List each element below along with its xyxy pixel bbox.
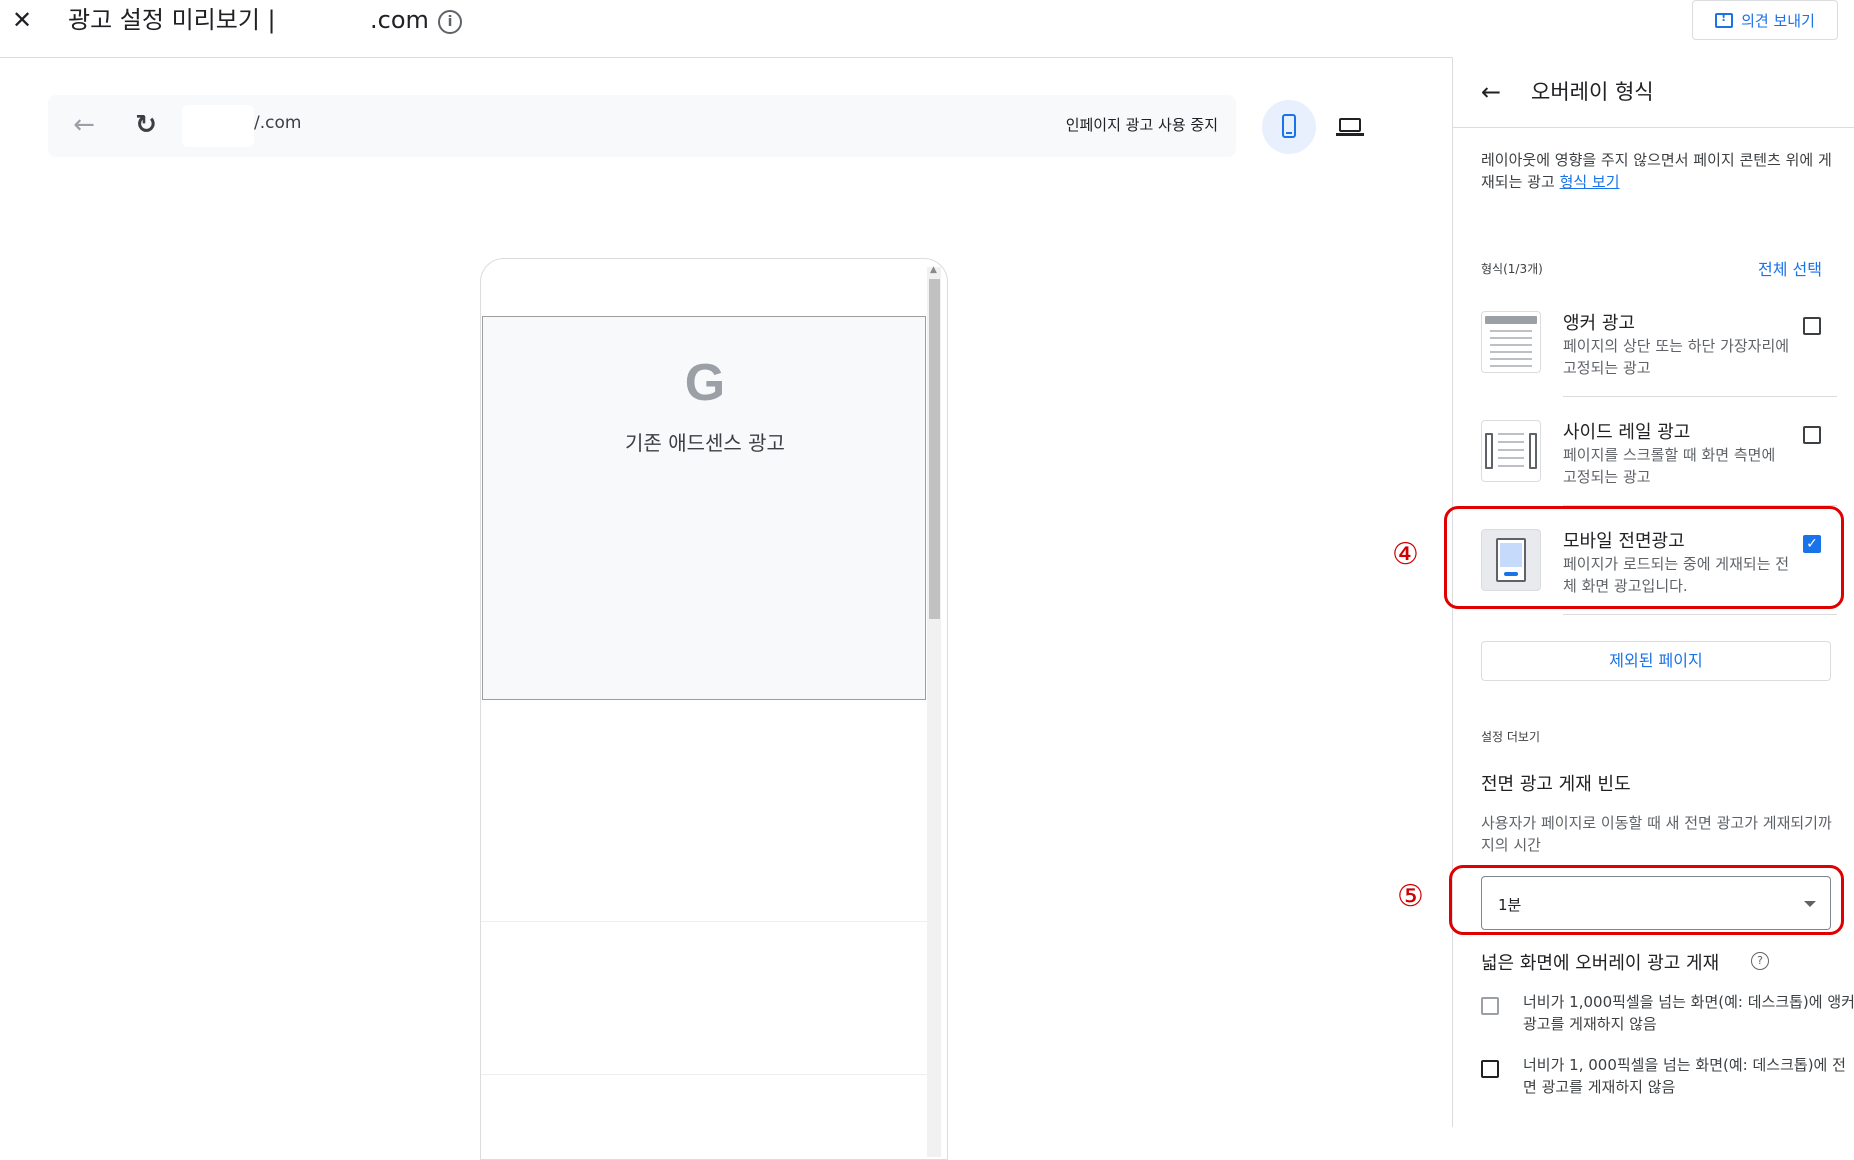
page-title-domain: .com xyxy=(370,6,429,34)
side-rail-ad-icon xyxy=(1481,420,1541,482)
existing-adsense-ad: G 기존 애드센스 광고 xyxy=(482,316,926,700)
stop-inpage-ads-button[interactable]: 인페이지 광고 사용 중지 xyxy=(1066,114,1218,135)
smartphone-icon xyxy=(1282,114,1296,138)
preview-back-button[interactable]: ← xyxy=(68,110,100,142)
annotation-number-5: ⑤ xyxy=(1397,879,1424,914)
page-title: 광고 설정 미리보기 | xyxy=(68,6,276,34)
interstitial-frequency-description: 사용자가 페이지로 이동할 때 새 전면 광고가 게재되기까지의 시간 xyxy=(1481,814,1832,854)
panel-description: 레이아웃에 영향을 주지 않으면서 페이지 콘텐츠 위에 게재되는 광고 형식 … xyxy=(1481,149,1833,193)
laptop-icon xyxy=(1339,118,1361,132)
google-logo: G xyxy=(684,354,726,412)
annotation-number-4: ④ xyxy=(1392,537,1419,572)
format-description: 페이지를 스크롤할 때 화면 측면에 고정되는 광고 xyxy=(1563,446,1776,486)
preview-reload-button[interactable]: ↻ xyxy=(130,110,162,142)
url-redaction xyxy=(182,105,254,147)
phone-divider xyxy=(481,1074,927,1075)
close-icon: ✕ xyxy=(11,6,33,34)
format-description: 페이지의 상단 또는 하단 가장자리에 고정되는 광고 xyxy=(1563,337,1790,377)
close-button[interactable]: ✕ xyxy=(8,6,36,34)
format-count: 형식(1/3개) xyxy=(1481,262,1543,276)
format-title: 앵커 광고 xyxy=(1563,313,1635,334)
select-all-button[interactable]: 전체 선택 xyxy=(1758,256,1822,280)
phone-divider xyxy=(481,921,927,922)
preview-url-bar: ← ↻ /.com 인페이지 광고 사용 중지 xyxy=(48,95,1236,157)
no-interstitial-wide-checkbox[interactable] xyxy=(1481,1060,1499,1078)
phone-scroll-thumb[interactable] xyxy=(929,279,940,619)
divider xyxy=(1563,614,1837,615)
scroll-up-icon[interactable]: ▲ xyxy=(930,265,937,275)
send-feedback-button[interactable]: 의견 보내기 xyxy=(1692,0,1838,40)
panel-header: ← 오버레이 형식 xyxy=(1453,57,1854,128)
side-rail-ad-checkbox[interactable] xyxy=(1803,426,1821,444)
wide-screen-overlay-title: 넓은 화면에 오버레이 광고 게재 xyxy=(1481,953,1720,974)
annotation-box-5 xyxy=(1449,865,1844,935)
format-item-side-rail[interactable]: 사이드 레일 광고 페이지를 스크롤할 때 화면 측면에 고정되는 광고 xyxy=(1481,410,1837,510)
feedback-icon xyxy=(1715,11,1734,28)
help-icon[interactable]: ? xyxy=(1751,952,1769,970)
top-bar: ✕ 광고 설정 미리보기 | .com i 의견 보내기 xyxy=(0,0,1854,58)
arrow-left-icon: ← xyxy=(73,110,95,140)
panel-back-button[interactable]: ← xyxy=(1481,77,1501,107)
phone-header xyxy=(481,259,927,316)
format-item-anchor[interactable]: 앵커 광고 페이지의 상단 또는 하단 가장자리에 고정되는 광고 xyxy=(1481,301,1837,401)
send-feedback-label: 의견 보내기 xyxy=(1741,11,1815,30)
mobile-view-button[interactable] xyxy=(1262,100,1316,154)
annotation-box-4 xyxy=(1444,506,1844,609)
wide-option-text: 너비가 1,000픽셀을 넘는 화면(예: 데스크톱)에 앵커 광고를 게재하지… xyxy=(1523,993,1854,1033)
anchor-ad-icon xyxy=(1481,311,1541,373)
excluded-pages-button[interactable]: 제외된 페이지 xyxy=(1481,641,1831,681)
reload-icon: ↻ xyxy=(135,110,157,140)
format-title: 사이드 레일 광고 xyxy=(1563,422,1691,443)
no-anchor-wide-checkbox[interactable] xyxy=(1481,997,1499,1015)
wide-option-text: 너비가 1, 000픽셀을 넘는 화면(예: 데스크톱)에 전면 광고를 게재하… xyxy=(1523,1056,1846,1096)
existing-ad-label: 기존 애드센스 광고 xyxy=(625,431,785,455)
info-icon[interactable]: i xyxy=(438,10,462,34)
arrow-left-icon: ← xyxy=(1481,78,1502,106)
preview-url: /.com xyxy=(254,113,302,133)
more-settings-label: 설정 더보기 xyxy=(1481,730,1541,744)
panel-title: 오버레이 형식 xyxy=(1531,80,1654,104)
phone-preview-frame: G 기존 애드센스 광고 ▲ xyxy=(480,258,948,1160)
panel-description-text: 레이아웃에 영향을 주지 않으면서 페이지 콘텐츠 위에 게재되는 광고 xyxy=(1481,151,1832,191)
view-formats-link[interactable]: 형식 보기 xyxy=(1560,173,1620,191)
desktop-view-button[interactable] xyxy=(1328,104,1374,150)
interstitial-frequency-title: 전면 광고 게재 빈도 xyxy=(1481,774,1631,795)
divider xyxy=(1563,396,1837,397)
anchor-ad-checkbox[interactable] xyxy=(1803,317,1821,335)
